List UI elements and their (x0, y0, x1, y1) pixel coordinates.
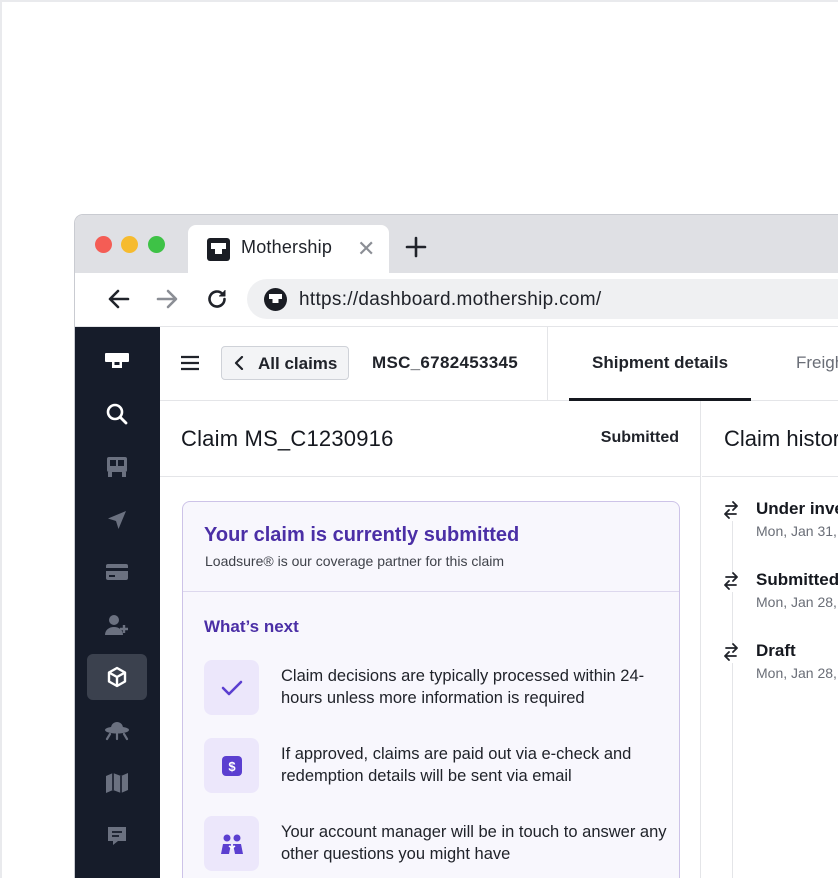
next-step-text: Your account manager will be in touch to… (281, 823, 667, 863)
card-subtitle: Loadsure® is our coverage partner for th… (205, 553, 505, 569)
main-content: All claims MSC_6782453345 Shipment detai… (160, 327, 838, 878)
maximize-window-button[interactable] (148, 236, 165, 253)
claim-reference-id: MSC_6782453345 (372, 353, 518, 372)
history-item-label: Under investigation (756, 499, 838, 518)
claim-status-badge: Submitted (600, 429, 679, 446)
tab-shipment-details[interactable]: Shipment details (569, 353, 751, 401)
history-header: Claim history (702, 401, 838, 477)
add-user-icon[interactable] (87, 602, 147, 648)
site-logo-icon (264, 288, 287, 311)
browser-tab[interactable]: Mothership ✕ (188, 225, 389, 273)
history-title: Claim history (724, 426, 838, 451)
claim-header: Claim MS_C1230916 Submitted (160, 401, 701, 477)
claim-title: Claim MS_C1230916 (181, 426, 394, 451)
next-step-text: Claim decisions are typically processed … (281, 667, 645, 707)
swap-arrows-icon (722, 572, 742, 592)
reload-icon[interactable] (205, 287, 229, 311)
history-item-label: Draft (756, 641, 796, 660)
whats-next-heading: What’s next (204, 617, 299, 636)
mothership-favicon-icon (207, 238, 230, 261)
hamburger-menu-icon[interactable] (181, 355, 199, 371)
tab-shipment-details-label: Shipment details (592, 353, 729, 372)
back-arrow-icon[interactable] (107, 287, 131, 311)
minimize-window-button[interactable] (121, 236, 138, 253)
next-step-item: Claim decisions are typically processed … (204, 660, 664, 716)
box-icon[interactable] (87, 654, 147, 700)
swap-arrows-icon (722, 643, 742, 663)
svg-text:$: $ (228, 759, 236, 774)
browser-window: Mothership ✕ https://dashboard.mothershi… (74, 214, 838, 878)
swap-arrows-icon (722, 501, 742, 521)
card-title: Your claim is currently submitted (204, 524, 520, 546)
history-item: Submitted Mon, Jan 28, 2022 (722, 570, 838, 620)
next-step-item: Your account manager will be in touch to… (204, 816, 667, 872)
search-icon[interactable] (87, 391, 147, 437)
url-text[interactable]: https://dashboard.mothership.com/ (299, 289, 601, 311)
all-claims-label: All claims (258, 354, 338, 373)
nav-divider (547, 327, 548, 401)
history-item-date: Mon, Jan 28, 2022 (756, 665, 838, 681)
history-item-date: Mon, Jan 31, 2022 (756, 523, 838, 539)
all-claims-button[interactable]: All claims (221, 346, 349, 380)
history-item: Draft Mon, Jan 28, 2022 (722, 641, 838, 691)
claim-history-panel: Claim history Under investigation Mon, J… (702, 401, 838, 878)
claim-panel: Claim MS_C1230916 Submitted Your claim i… (160, 401, 701, 878)
dollar-icon: $ (204, 738, 259, 793)
tab-title: Mothership (241, 237, 333, 257)
ufo-icon[interactable] (87, 707, 147, 753)
browser-tab-bar: Mothership ✕ (75, 215, 838, 273)
address-bar[interactable]: https://dashboard.mothership.com/ (247, 279, 838, 319)
sidebar (75, 327, 160, 878)
credit-card-icon[interactable] (87, 549, 147, 595)
forward-arrow-icon[interactable] (155, 287, 179, 311)
history-item-date: Mon, Jan 28, 2022 (756, 594, 838, 610)
next-step-text: If approved, claims are paid out via e-c… (281, 745, 632, 785)
claim-status-card: Your claim is currently submitted Loadsu… (182, 501, 680, 878)
mothership-logo-icon[interactable] (87, 338, 147, 384)
card-header: Your claim is currently submitted Loadsu… (183, 502, 679, 592)
history-item: Under investigation Mon, Jan 31, 2022 (722, 499, 838, 549)
tab-close-icon[interactable]: ✕ (357, 238, 375, 260)
new-tab-plus-icon[interactable] (405, 236, 427, 258)
chevron-left-icon (234, 356, 244, 370)
close-window-button[interactable] (95, 236, 112, 253)
chat-icon[interactable] (87, 813, 147, 859)
history-item-label: Submitted (756, 570, 838, 589)
tab-freight[interactable]: Freight (796, 353, 838, 373)
next-step-item: $ If approved, claims are paid out via e… (204, 738, 664, 794)
map-icon[interactable] (87, 760, 147, 806)
top-navigation: All claims MSC_6782453345 Shipment detai… (160, 327, 838, 401)
people-icon (204, 816, 259, 871)
truck-icon[interactable] (87, 444, 147, 490)
browser-toolbar: https://dashboard.mothership.com/ (75, 273, 838, 327)
navigation-arrow-icon[interactable] (87, 497, 147, 543)
check-icon (204, 660, 259, 715)
